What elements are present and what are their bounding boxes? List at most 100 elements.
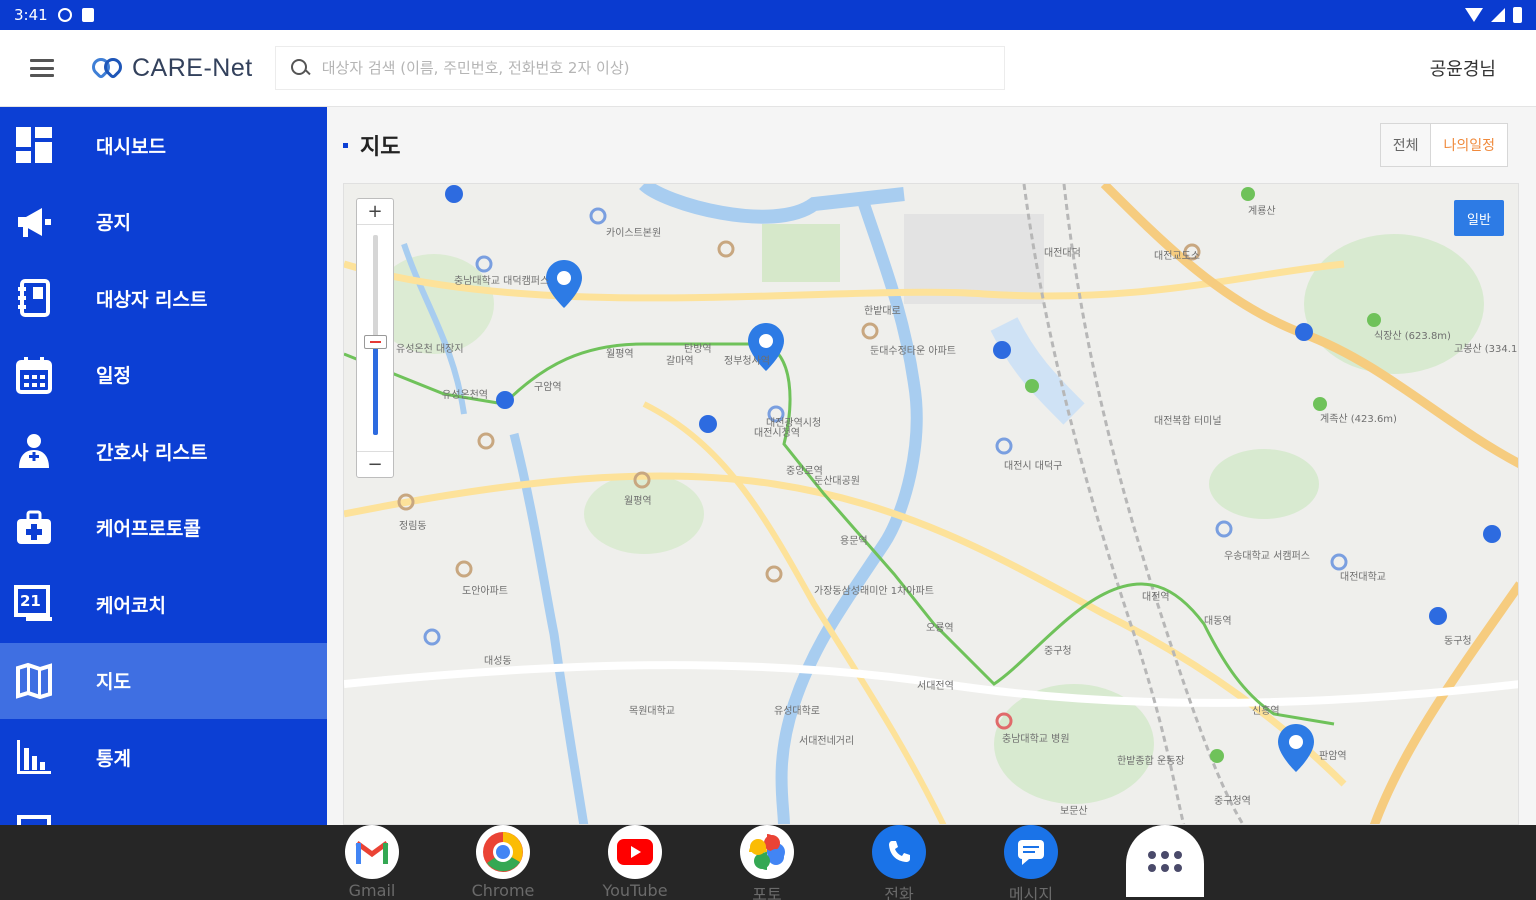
map-place-label: 대전광역시청 — [766, 417, 821, 429]
zoom-in-button[interactable]: + — [357, 199, 393, 225]
dock-app-phone[interactable]: 전화 — [859, 825, 939, 900]
sidebar: 대시보드 공지 대상자 리스트 일정 간호사 리스트 케어프로토콜 21 케어코… — [0, 107, 327, 825]
filter-my-schedule-button[interactable]: 나의일정 — [1431, 124, 1507, 166]
map-place-label: 탄방역 — [684, 343, 712, 355]
dashboard-icon — [14, 125, 54, 165]
zoom-out-button[interactable]: − — [357, 451, 393, 477]
dock-app-youtube[interactable]: YouTube — [595, 825, 675, 900]
map-view[interactable]: 카이스트본원 충남대학교 대덕캠퍼스 유성온천 대장지 유성온천역 구암역 월평역 갈마역 정… — [343, 183, 1519, 825]
map-place-label: 대전역 — [1142, 591, 1170, 603]
location-marker[interactable] — [546, 260, 582, 308]
map-place-label: 정부청사역 — [724, 355, 770, 367]
dock-app-photos[interactable]: 포토 — [727, 825, 807, 900]
map-place-label: 갈마역 — [666, 354, 694, 367]
sidebar-item-label: 공지 — [96, 212, 131, 235]
medical-kit-icon — [14, 508, 54, 548]
map-place-label: 대성동 — [484, 655, 512, 667]
map-place-label: 도안아파트 — [462, 585, 508, 597]
page-title-text: 지도 — [360, 135, 401, 160]
map-place-label: 한밭대로 — [864, 305, 901, 317]
map-place-label: 대전교도소 — [1154, 250, 1200, 262]
sidebar-item-label: 케어코치 — [96, 594, 166, 617]
menu-icon[interactable] — [30, 59, 54, 77]
sidebar-item-care-protocol[interactable]: 케어프로토콜 — [0, 490, 327, 567]
sidebar-item-more[interactable] — [0, 796, 327, 825]
app-drawer-button[interactable] — [1126, 825, 1204, 897]
map-place-label: 고봉산 (334.1m) — [1454, 343, 1519, 355]
sidebar-item-notice[interactable]: 공지 — [0, 184, 327, 261]
chat-board-icon: 21 — [14, 584, 54, 624]
map-place-label: 유성온천 대장지 — [396, 343, 464, 355]
search-box[interactable] — [274, 46, 1005, 90]
sidebar-item-schedule[interactable]: 일정 — [0, 337, 327, 414]
dock-app-label: 전화 — [884, 885, 914, 900]
sidebar-item-care-coach[interactable]: 21 케어코치 — [0, 566, 327, 643]
dock-app-label: Chrome — [471, 881, 535, 900]
main-content: 지도 전체 나의일정 카이스트본원 충남대학교 대덕캠퍼스 유성온천 대장지 유… — [327, 107, 1536, 825]
app-header: CARE-Net 공윤경님 — [0, 30, 1536, 107]
logo-heart-icon — [88, 52, 126, 84]
sidebar-item-client-list[interactable]: 대상자 리스트 — [0, 260, 327, 337]
signal-icon — [1491, 8, 1505, 22]
calendar-icon — [14, 355, 54, 395]
map-place-label: 보문산 — [1060, 805, 1088, 817]
map-place-label: 구암역 — [534, 381, 562, 393]
map-place-label: 정림동 — [399, 520, 427, 532]
sidebar-item-label: 일정 — [96, 365, 131, 388]
map-place-label: 중구청 — [1044, 645, 1072, 657]
sidebar-item-label: 대시보드 — [96, 135, 166, 158]
map-place-label: 대전시 대덕구 — [1004, 460, 1062, 472]
map-type-button[interactable]: 일반 — [1454, 200, 1504, 236]
sidebar-item-nurse-list[interactable]: 간호사 리스트 — [0, 413, 327, 490]
map-place-label: 대전복합 터미널 — [1154, 415, 1222, 427]
map-canvas[interactable]: 카이스트본원충남대학교 대덕캠퍼스유성온천 대장지유성온천역구암역월평역갈마역 정… — [344, 184, 1519, 825]
map-place-label: 카이스트본원 — [606, 227, 661, 239]
map-place-label: 한밭종합 운동장 — [1117, 755, 1185, 767]
document-icon — [14, 814, 54, 825]
clipboard-status-icon — [81, 8, 94, 22]
location-marker[interactable] — [1278, 724, 1314, 772]
dock-app-label: 메시지 — [1008, 885, 1054, 900]
map-place-label: 유성온천역 — [442, 389, 488, 401]
status-time: 3:41 — [14, 6, 48, 24]
youtube-icon — [608, 825, 662, 879]
search-icon[interactable] — [290, 58, 310, 78]
logo[interactable]: CARE-Net — [88, 52, 253, 84]
map-place-label: 오룡역 — [926, 622, 954, 634]
messages-icon — [1004, 825, 1058, 879]
filter-all-button[interactable]: 전체 — [1380, 124, 1432, 166]
sidebar-item-label: 간호사 리스트 — [96, 441, 208, 464]
sidebar-item-label: 통계 — [96, 747, 131, 770]
battery-icon — [1513, 7, 1522, 23]
sidebar-item-label: 지도 — [96, 671, 131, 694]
map-place-label: 식장산 (623.8m) — [1374, 330, 1451, 342]
dock-app-label: YouTube — [602, 881, 668, 900]
map-place-label: 중구청역 — [1214, 795, 1251, 807]
wifi-icon — [1465, 8, 1483, 22]
dock-app-gmail[interactable]: Gmail — [332, 825, 412, 900]
search-input[interactable] — [321, 59, 962, 77]
user-name[interactable]: 공윤경님 — [1430, 55, 1496, 81]
sidebar-item-dashboard[interactable]: 대시보드 — [0, 107, 327, 184]
zoom-slider-fill — [373, 344, 378, 435]
chrome-icon — [476, 825, 530, 879]
status-bar: 3:41 — [0, 0, 1536, 30]
map-place-label: 용문역 — [840, 535, 868, 547]
zoom-slider-handle[interactable] — [364, 335, 387, 349]
phone-icon — [872, 825, 926, 879]
dock-app-label: 포토 — [752, 885, 782, 900]
dock-app-label: Gmail — [348, 881, 396, 900]
dock-app-messages[interactable]: 메시지 — [991, 825, 1071, 900]
photos-icon — [740, 825, 794, 879]
map-place-label: 가장동삼성래미안 1차아파트 — [814, 585, 934, 597]
map-place-label: 중앙로역 — [786, 465, 823, 477]
map-place-label: 대동역 — [1204, 615, 1232, 627]
map-place-label: 목원대학교 — [629, 705, 675, 717]
sidebar-item-statistics[interactable]: 통계 — [0, 719, 327, 796]
logo-text: CARE-Net — [132, 53, 253, 82]
apps-grid-icon — [1148, 850, 1182, 872]
sidebar-item-map[interactable]: 지도 — [0, 642, 327, 719]
sidebar-item-label: 케어프로토콜 — [96, 518, 201, 541]
dock-app-chrome[interactable]: Chrome — [463, 825, 543, 900]
zoom-control: + − — [356, 198, 394, 478]
